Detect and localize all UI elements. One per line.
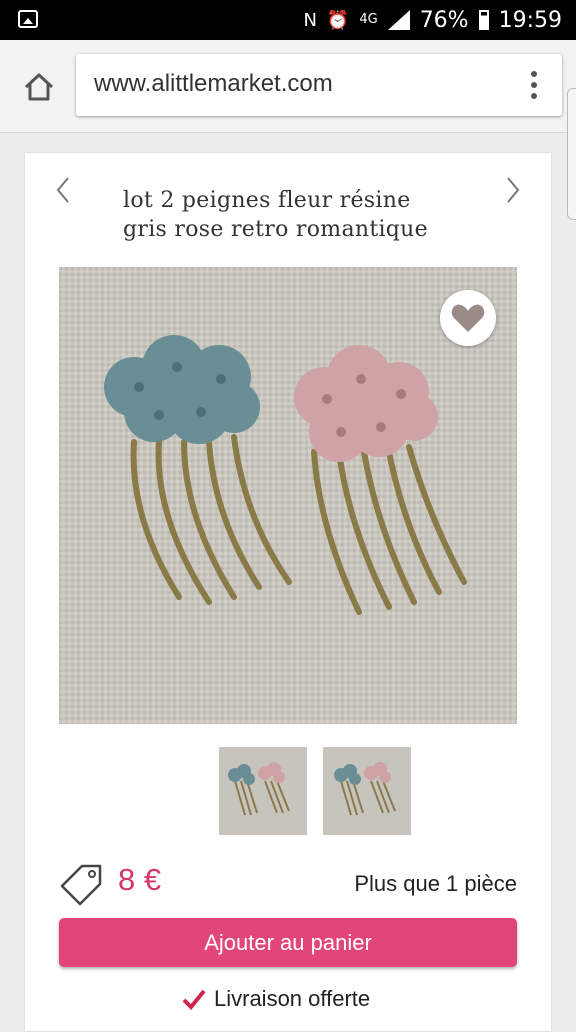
product-price: 8 €	[118, 862, 162, 897]
favorite-button[interactable]	[440, 290, 496, 346]
product-title-line1: lot 2 peignes fleur résine	[123, 188, 411, 213]
battery-icon	[478, 10, 489, 30]
home-icon[interactable]	[22, 70, 56, 104]
delivery-text: Livraison offerte	[214, 986, 371, 1011]
clock: 19:59	[498, 7, 562, 33]
url-field[interactable]: www.alittlemarket.com	[76, 54, 562, 116]
delivery-info: Livraison offerte	[182, 986, 370, 1012]
checkmark-icon	[182, 989, 206, 1010]
overflow-menu-icon[interactable]	[530, 68, 538, 102]
product-title: lot 2 peignes fleur résine gris rose ret…	[123, 186, 483, 244]
chevron-left-icon[interactable]	[52, 174, 76, 206]
alarm-icon: ⏰	[326, 9, 350, 31]
chevron-right-icon[interactable]	[500, 174, 524, 206]
heart-icon	[451, 304, 485, 332]
url-text: www.alittlemarket.com	[94, 70, 333, 97]
status-bar: N ⏰ 4G 76% 19:59	[0, 0, 576, 40]
thumbnail-2[interactable]	[323, 747, 411, 835]
edge-panel-handle[interactable]	[567, 88, 576, 220]
thumbnail-1[interactable]	[219, 747, 307, 835]
signal-icon	[387, 10, 410, 30]
price-tag-icon	[58, 858, 106, 906]
nfc-icon: N	[303, 9, 317, 31]
screenshot-icon	[18, 10, 38, 28]
add-to-cart-button[interactable]: Ajouter au panier	[59, 918, 517, 967]
4g-icon: 4G	[359, 12, 378, 27]
battery-percent: 76%	[419, 7, 469, 33]
product-title-line2: gris rose retro romantique	[123, 217, 428, 242]
stock-notice: Plus que 1 pièce	[354, 871, 517, 896]
